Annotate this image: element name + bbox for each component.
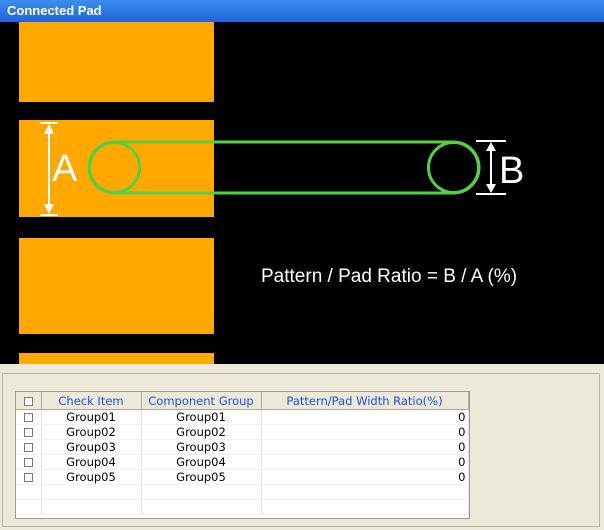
- table-row[interactable]: Group04 Group04 0: [16, 454, 469, 470]
- cell-ratio[interactable]: 0: [261, 409, 469, 425]
- row-checkbox-cell[interactable]: [16, 439, 42, 455]
- header-component-group[interactable]: Component Group: [141, 392, 262, 410]
- cell-ratio[interactable]: 0: [261, 454, 469, 470]
- window-title: Connected Pad: [0, 0, 604, 22]
- row-checkbox[interactable]: [23, 443, 33, 452]
- pad-1: [19, 22, 214, 102]
- header-check-item[interactable]: Check Item: [41, 392, 142, 410]
- table-header-row: Check Item Component Group Pattern/Pad W…: [16, 392, 469, 410]
- row-checkbox-cell[interactable]: [16, 469, 42, 485]
- table-row-empty: [16, 499, 469, 515]
- select-all-checkbox[interactable]: [23, 396, 33, 406]
- cell-ratio[interactable]: 0: [261, 469, 469, 485]
- label-b: B: [499, 150, 524, 192]
- cell-check-item: Group02: [41, 424, 142, 440]
- cell-check-item: Group05: [41, 469, 142, 485]
- table-row[interactable]: Group03 Group03 0: [16, 439, 469, 455]
- cell-check-item: Group04: [41, 454, 142, 470]
- pad-diagram-svg: A B Pattern / Pad Ratio = B / A (%): [0, 22, 604, 364]
- header-ratio[interactable]: Pattern/Pad Width Ratio(%): [261, 392, 469, 410]
- cell-ratio[interactable]: 0: [261, 424, 469, 440]
- pad-diagram: A B Pattern / Pad Ratio = B / A (%): [0, 22, 604, 364]
- cell-component-group: Group01: [141, 409, 262, 425]
- table-row[interactable]: Group05 Group05 0: [16, 469, 469, 485]
- cell-component-group: Group05: [141, 469, 262, 485]
- group-table: Check Item Component Group Pattern/Pad W…: [16, 392, 469, 515]
- cell-check-item: Group01: [41, 409, 142, 425]
- ratio-formula: Pattern / Pad Ratio = B / A (%): [261, 266, 517, 287]
- row-checkbox[interactable]: [23, 458, 33, 467]
- label-a: A: [52, 148, 78, 190]
- settings-panel: Check Item Component Group Pattern/Pad W…: [2, 373, 600, 527]
- row-checkbox[interactable]: [23, 413, 33, 422]
- row-checkbox-cell[interactable]: [16, 409, 42, 425]
- row-checkbox[interactable]: [23, 473, 33, 482]
- cell-ratio[interactable]: 0: [261, 439, 469, 455]
- row-checkbox[interactable]: [23, 428, 33, 437]
- table-row[interactable]: Group02 Group02 0: [16, 424, 469, 440]
- pad-4: [19, 353, 214, 364]
- separator: [0, 364, 604, 372]
- table-row-empty: [16, 484, 469, 500]
- pad-3: [19, 238, 214, 334]
- cell-check-item: Group03: [41, 439, 142, 455]
- header-select-all[interactable]: [16, 392, 42, 410]
- cell-component-group: Group03: [141, 439, 262, 455]
- cell-component-group: Group02: [141, 424, 262, 440]
- cell-component-group: Group04: [141, 454, 262, 470]
- table-row[interactable]: Group01 Group01 0: [16, 409, 469, 425]
- row-checkbox-cell[interactable]: [16, 454, 42, 470]
- group-grid[interactable]: Check Item Component Group Pattern/Pad W…: [15, 391, 470, 519]
- row-checkbox-cell[interactable]: [16, 424, 42, 440]
